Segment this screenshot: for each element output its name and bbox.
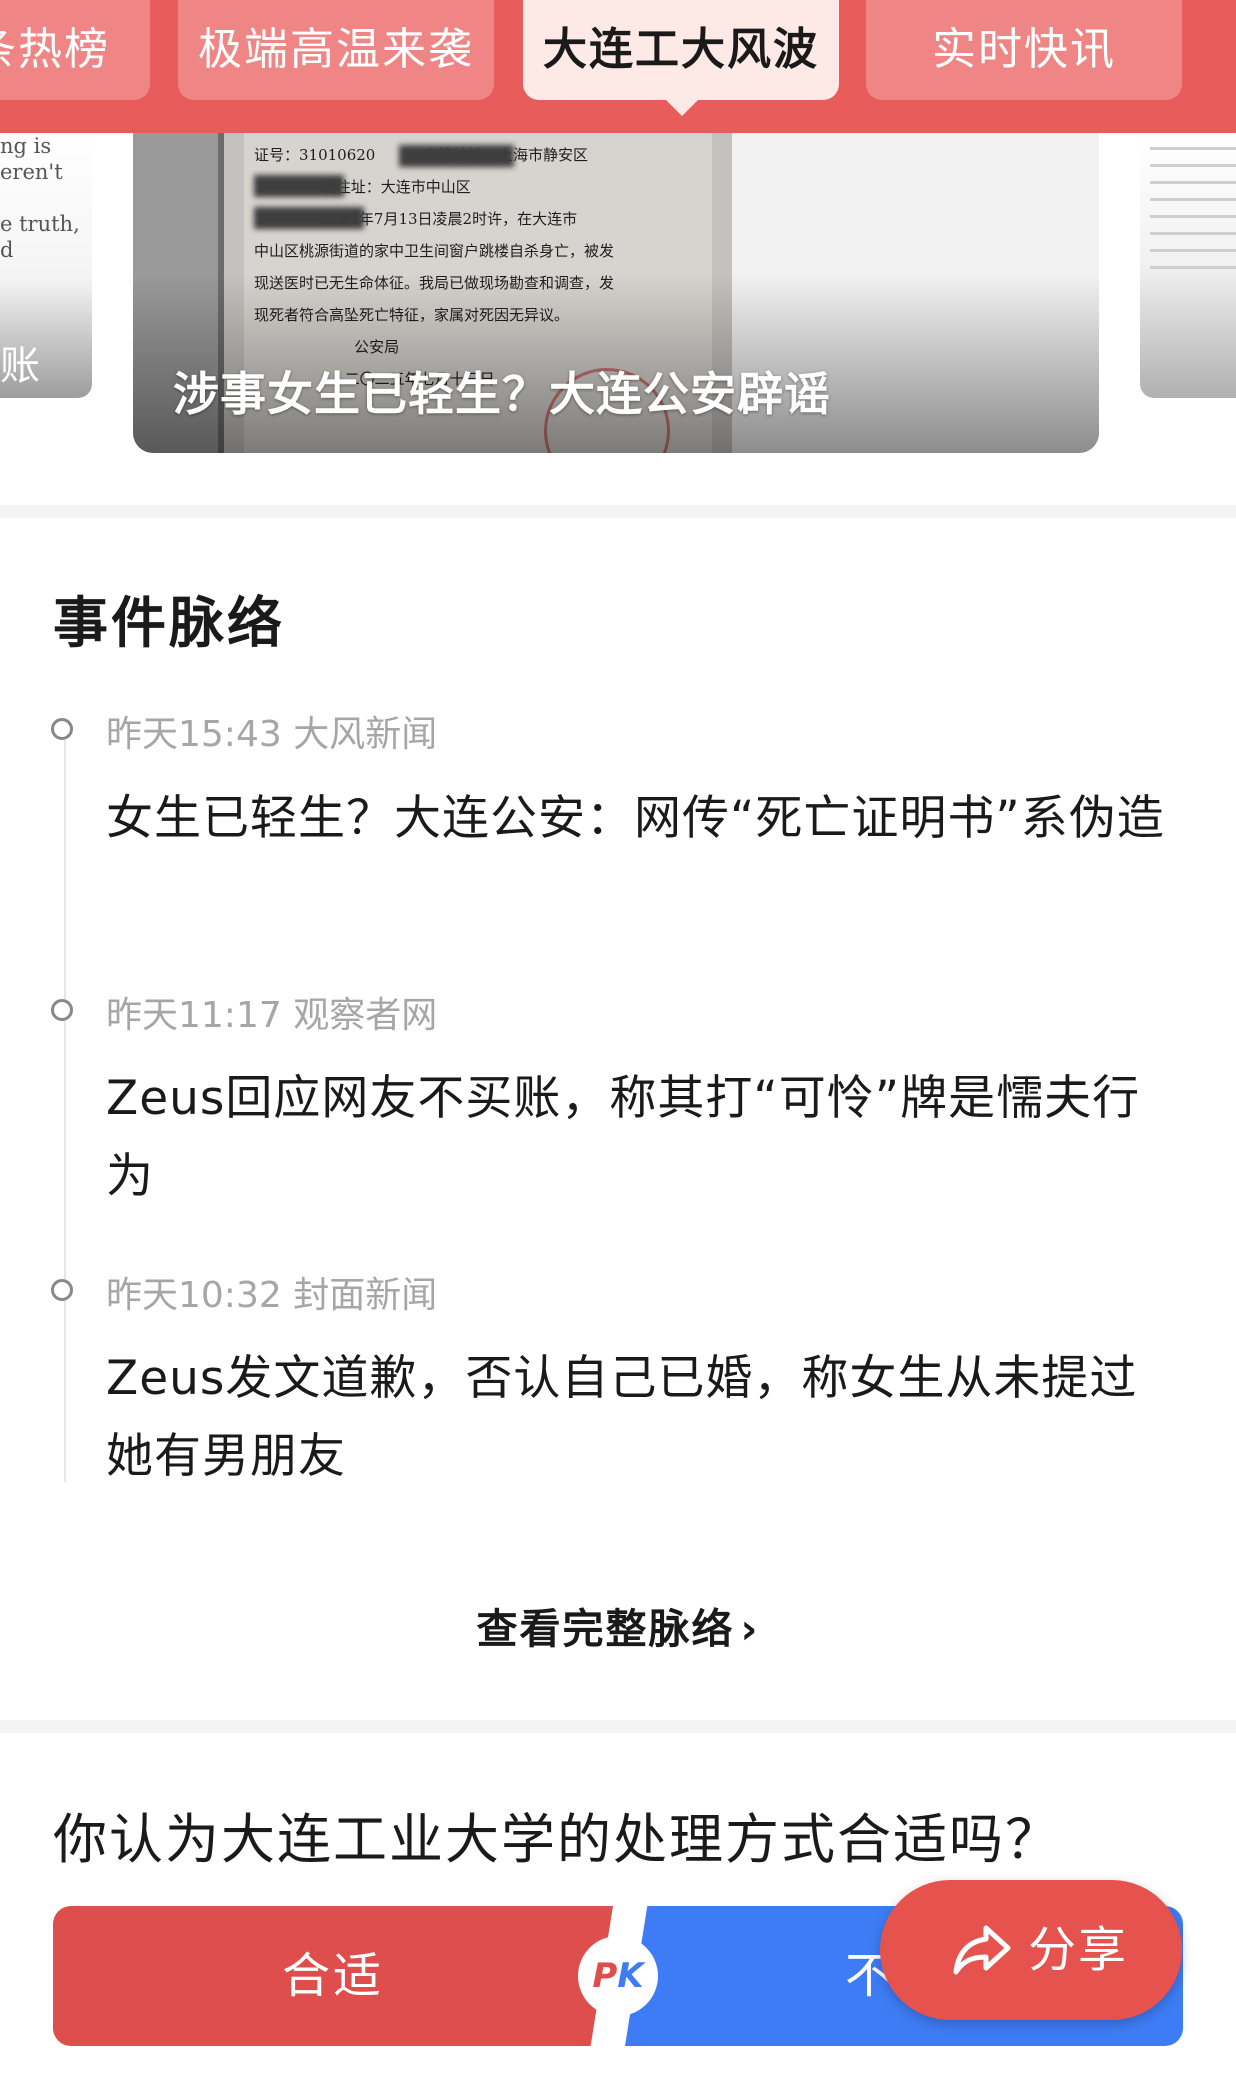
share-button[interactable]: 分享 xyxy=(880,1880,1182,2020)
next-card-thumbnail xyxy=(1140,147,1236,269)
timeline-dot-icon xyxy=(51,718,73,740)
share-label: 分享 xyxy=(1028,1922,1129,1978)
carousel-card-title: 涉事女生已轻生？大连公安辟谣 xyxy=(173,367,831,421)
section-divider xyxy=(0,1720,1236,1733)
tab-hot-list[interactable]: 条热榜 xyxy=(0,0,150,100)
timeline-dot-icon xyxy=(51,1279,73,1301)
pk-letter-p: P xyxy=(592,1956,618,1996)
carousel-card-main[interactable]: 证号：31010620 户籍地址：上海市静安区 现住址：大连市中山区 2025年… xyxy=(133,133,1099,453)
tab-label: 条热榜 xyxy=(0,24,110,75)
timeline-dot-icon xyxy=(51,999,73,1021)
tab-dalian-polytech[interactable]: 大连工大风波 xyxy=(523,0,839,100)
tab-live-news[interactable]: 实时快讯 xyxy=(866,0,1182,100)
tab-label: 大连工大风波 xyxy=(543,24,819,75)
view-full-timeline-link[interactable]: 查看完整脉络 › xyxy=(0,1595,1236,1655)
timeline-meta: 昨天15:43 大风新闻 xyxy=(106,714,438,755)
redaction-blur xyxy=(254,175,344,197)
share-arrow-icon xyxy=(953,1925,1011,1975)
tab-label: 实时快讯 xyxy=(932,24,1116,75)
tab-label: 极端高温来袭 xyxy=(198,24,474,75)
tab-extreme-heat[interactable]: 极端高温来袭 xyxy=(178,0,494,100)
news-carousel[interactable]: ng is eren't e truth, d 账 证号：31010620 户籍… xyxy=(0,133,1236,505)
previous-card-title: 账 xyxy=(0,343,40,389)
timeline-meta: 昨天10:32 封面新闻 xyxy=(106,1275,438,1316)
redaction-blur xyxy=(254,207,364,229)
timeline-line xyxy=(64,740,66,1482)
pk-badge: PK xyxy=(578,1936,658,2016)
view-more-label: 查看完整脉络 xyxy=(476,1605,735,1653)
vote-appropriate-button[interactable]: 合适 xyxy=(53,1906,613,2046)
redaction-blur xyxy=(399,145,514,167)
pk-letter-k: K xyxy=(617,1956,644,1996)
carousel-card-previous[interactable]: ng is eren't e truth, d 账 xyxy=(0,133,92,398)
carousel-card-next[interactable] xyxy=(1140,133,1236,398)
timeline-headline[interactable]: Zeus发文道歉，否认自己已婚，称女生从未提过她有男朋友 xyxy=(106,1340,1166,1496)
poll-question: 你认为大连工业大学的处理方式合适吗？ xyxy=(53,1808,1061,1871)
timeline-meta: 昨天11:17 观察者网 xyxy=(106,995,438,1036)
topic-tab-bar: 条热榜 极端高温来袭 大连工大风波 实时快讯 xyxy=(0,0,1236,133)
section-divider xyxy=(0,505,1236,518)
timeline-section-title: 事件脉络 xyxy=(53,591,286,655)
timeline-headline[interactable]: 女生已轻生？大连公安：网传“死亡证明书”系伪造 xyxy=(106,780,1166,858)
chevron-right-icon: › xyxy=(740,1605,760,1653)
timeline-headline[interactable]: Zeus回应网友不买账，称其打“可怜”牌是懦夫行为 xyxy=(106,1060,1166,1216)
previous-card-text: ng is eren't e truth, d xyxy=(0,134,80,262)
active-tab-pointer xyxy=(664,98,700,116)
